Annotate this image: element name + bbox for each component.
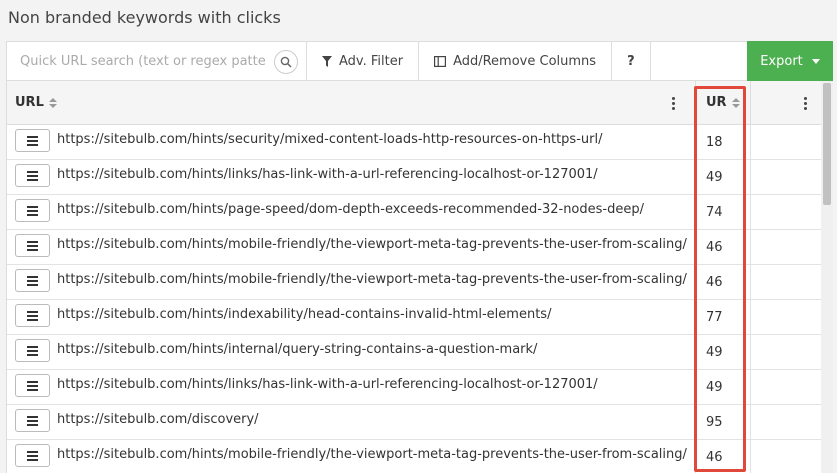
page-title: Non branded keywords with clicks bbox=[8, 8, 281, 27]
sort-icon[interactable] bbox=[48, 97, 57, 108]
vertical-scrollbar[interactable] bbox=[821, 81, 833, 473]
table-row[interactable]: https://sitebulb.com/hints/page-speed/do… bbox=[7, 195, 833, 230]
url-cell: https://sitebulb.com/hints/links/has-lin… bbox=[7, 160, 696, 194]
grid-body: https://sitebulb.com/hints/security/mixe… bbox=[7, 125, 833, 473]
url-cell: https://sitebulb.com/hints/mobile-friend… bbox=[7, 230, 696, 264]
url-cell: https://sitebulb.com/discovery/ bbox=[7, 405, 696, 439]
url-text[interactable]: https://sitebulb.com/hints/security/mixe… bbox=[57, 132, 602, 147]
column-menu-icon[interactable] bbox=[804, 97, 807, 110]
columns-button[interactable]: Add/Remove Columns bbox=[419, 42, 613, 80]
url-text[interactable]: https://sitebulb.com/hints/links/has-lin… bbox=[57, 377, 598, 392]
url-text[interactable]: https://sitebulb.com/discovery/ bbox=[57, 412, 259, 427]
url-cell: https://sitebulb.com/hints/mobile-friend… bbox=[7, 265, 696, 299]
grid-header: URL UR bbox=[7, 81, 833, 125]
ur-cell: 46 bbox=[696, 440, 751, 473]
column-menu-icon[interactable] bbox=[672, 97, 675, 110]
row-menu-button[interactable] bbox=[15, 164, 50, 187]
help-label: ? bbox=[627, 53, 635, 69]
url-text[interactable]: https://sitebulb.com/hints/mobile-friend… bbox=[57, 237, 687, 252]
row-menu-button[interactable] bbox=[15, 304, 50, 327]
table-row[interactable]: https://sitebulb.com/hints/mobile-friend… bbox=[7, 230, 833, 265]
url-cell: https://sitebulb.com/hints/page-speed/do… bbox=[7, 195, 696, 229]
url-text[interactable]: https://sitebulb.com/hints/page-speed/do… bbox=[57, 202, 644, 217]
ur-cell: 95 bbox=[696, 405, 751, 439]
column-header-url[interactable]: URL bbox=[7, 81, 696, 124]
sort-icon[interactable] bbox=[731, 97, 740, 108]
url-cell: https://sitebulb.com/hints/security/mixe… bbox=[7, 125, 696, 159]
row-menu-button[interactable] bbox=[15, 339, 50, 362]
column-header-ur-label: UR bbox=[706, 95, 727, 110]
url-text[interactable]: https://sitebulb.com/hints/internal/quer… bbox=[57, 342, 537, 357]
ur-cell: 74 bbox=[696, 195, 751, 229]
export-button[interactable]: Export bbox=[747, 41, 833, 81]
table-row[interactable]: https://sitebulb.com/hints/links/has-lin… bbox=[7, 160, 833, 195]
columns-icon bbox=[434, 55, 447, 67]
toolbar: Adv. Filter Add/Remove Columns ? Export bbox=[6, 41, 833, 81]
table-row[interactable]: https://sitebulb.com/discovery/95 bbox=[7, 405, 833, 440]
search-icon bbox=[280, 56, 292, 68]
table-row[interactable]: https://sitebulb.com/hints/links/has-lin… bbox=[7, 370, 833, 405]
columns-label: Add/Remove Columns bbox=[453, 53, 597, 69]
export-label: Export bbox=[760, 53, 803, 69]
search-button[interactable] bbox=[274, 50, 298, 74]
url-text[interactable]: https://sitebulb.com/hints/links/has-lin… bbox=[57, 167, 598, 182]
search-input[interactable] bbox=[7, 42, 306, 80]
row-menu-button[interactable] bbox=[15, 129, 50, 152]
ur-cell: 77 bbox=[696, 300, 751, 334]
url-cell: https://sitebulb.com/hints/indexability/… bbox=[7, 300, 696, 334]
data-grid: URL UR https://sitebulb.com/hints/securi… bbox=[6, 81, 833, 473]
scrollbar-thumb[interactable] bbox=[823, 83, 831, 205]
url-text[interactable]: https://sitebulb.com/hints/indexability/… bbox=[57, 307, 551, 322]
row-menu-button[interactable] bbox=[15, 199, 50, 222]
url-cell: https://sitebulb.com/hints/internal/quer… bbox=[7, 335, 696, 369]
ur-cell: 18 bbox=[696, 125, 751, 159]
caret-down-icon bbox=[811, 58, 820, 64]
column-header-url-label: URL bbox=[15, 95, 44, 110]
row-menu-button[interactable] bbox=[15, 374, 50, 397]
search-box bbox=[7, 42, 307, 80]
filter-icon bbox=[322, 55, 332, 67]
ur-cell: 49 bbox=[696, 335, 751, 369]
table-row[interactable]: https://sitebulb.com/hints/internal/quer… bbox=[7, 335, 833, 370]
row-menu-button[interactable] bbox=[15, 269, 50, 292]
row-menu-button[interactable] bbox=[15, 234, 50, 257]
url-cell: https://sitebulb.com/hints/links/has-lin… bbox=[7, 370, 696, 404]
table-row[interactable]: https://sitebulb.com/hints/mobile-friend… bbox=[7, 265, 833, 300]
column-header-ur[interactable]: UR bbox=[696, 81, 751, 124]
adv-filter-label: Adv. Filter bbox=[339, 53, 404, 69]
table-row[interactable]: https://sitebulb.com/hints/indexability/… bbox=[7, 300, 833, 335]
url-text[interactable]: https://sitebulb.com/hints/mobile-friend… bbox=[57, 447, 687, 462]
adv-filter-button[interactable]: Adv. Filter bbox=[307, 42, 420, 80]
row-menu-button[interactable] bbox=[15, 444, 50, 467]
row-menu-button[interactable] bbox=[15, 409, 50, 432]
ur-cell: 46 bbox=[696, 230, 751, 264]
help-button[interactable]: ? bbox=[612, 42, 651, 80]
table-row[interactable]: https://sitebulb.com/hints/security/mixe… bbox=[7, 125, 833, 160]
ur-cell: 49 bbox=[696, 370, 751, 404]
table-row[interactable]: https://sitebulb.com/hints/mobile-friend… bbox=[7, 440, 833, 473]
url-text[interactable]: https://sitebulb.com/hints/mobile-friend… bbox=[57, 272, 687, 287]
url-cell: https://sitebulb.com/hints/mobile-friend… bbox=[7, 440, 696, 473]
ur-cell: 46 bbox=[696, 265, 751, 299]
ur-cell: 49 bbox=[696, 160, 751, 194]
